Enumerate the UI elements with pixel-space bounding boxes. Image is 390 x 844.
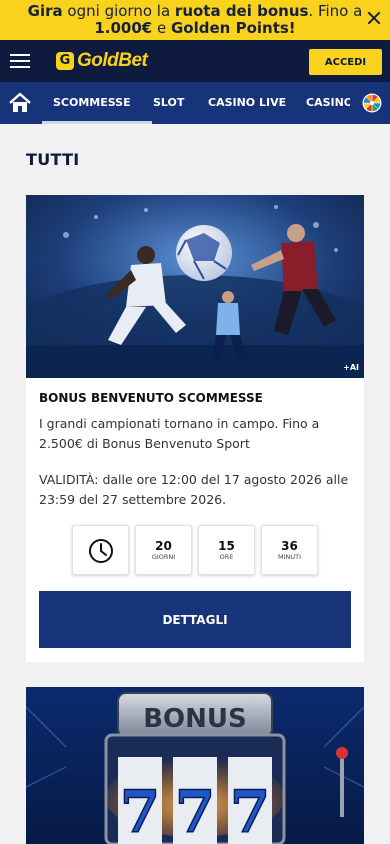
ai-tag: +AI (343, 363, 359, 372)
promo-line-1: Gira ogni giorno la ruota dei bonus. Fin… (27, 2, 363, 20)
clock-icon (89, 539, 113, 563)
reel-symbol-3: 7 (230, 778, 270, 844)
details-button[interactable]: DETTAGLI (39, 591, 351, 648)
days-label: GIORNI (151, 553, 176, 561)
login-button[interactable]: ACCEDI (309, 49, 382, 75)
close-icon[interactable] (366, 10, 382, 26)
goldbet-logo[interactable]: G GoldBet (56, 50, 148, 72)
category-nav: SCOMMESSE SLOT CASINO LIVE CASINO (0, 82, 390, 124)
countdown-minutes: 36 MINUTI (261, 525, 318, 575)
card-description: I grandi campionati tornano in campo. Fi… (39, 416, 320, 451)
hamburger-menu-icon[interactable] (10, 52, 32, 70)
tab-casino[interactable]: CASINO (306, 82, 350, 124)
reel-symbol-1: 7 (120, 778, 160, 844)
tab-casino-live[interactable]: CASINO LIVE (208, 82, 286, 124)
promo-card-bonus-scommesse: +AI BONUS BENVENUTO SCOMMESSE I grandi c… (26, 195, 364, 662)
card-validity: VALIDITÀ: dalle ore 12:00 del 17 agosto … (39, 472, 349, 507)
app-header: G GoldBet ACCEDI (0, 40, 390, 82)
promo-line-2: 1.000€ e Golden Points! (94, 19, 296, 37)
football-promo-image[interactable]: +AI (26, 195, 364, 378)
logo-text: GoldBet (77, 50, 148, 71)
hours-label: ORE (219, 553, 234, 561)
home-icon[interactable] (0, 82, 40, 124)
minutes-value: 36 (281, 539, 298, 553)
days-value: 20 (155, 539, 172, 553)
bonus-wheel-icon[interactable] (362, 93, 382, 113)
promo-card-bonus-slot: BONUS 7 7 7 (26, 687, 364, 844)
slot-bonus-text: BONUS (143, 704, 247, 734)
clock-box (72, 525, 129, 575)
tab-slot[interactable]: SLOT (153, 82, 184, 124)
tab-scommesse[interactable]: SCOMMESSE (42, 82, 152, 124)
slot-promo-image[interactable]: BONUS 7 7 7 (26, 687, 364, 844)
logo-mark-icon: G (56, 52, 74, 70)
countdown-days: 20 GIORNI (135, 525, 192, 575)
section-title: TUTTI (26, 150, 80, 169)
minutes-label: MINUTI (277, 553, 302, 561)
card-title: BONUS BENVENUTO SCOMMESSE (39, 391, 263, 405)
nav-fade (350, 82, 360, 124)
reel-symbol-2: 7 (175, 778, 215, 844)
countdown-hours: 15 ORE (198, 525, 255, 575)
promo-banner[interactable]: Gira ogni giorno la ruota dei bonus. Fin… (0, 0, 390, 40)
hours-value: 15 (218, 539, 235, 553)
